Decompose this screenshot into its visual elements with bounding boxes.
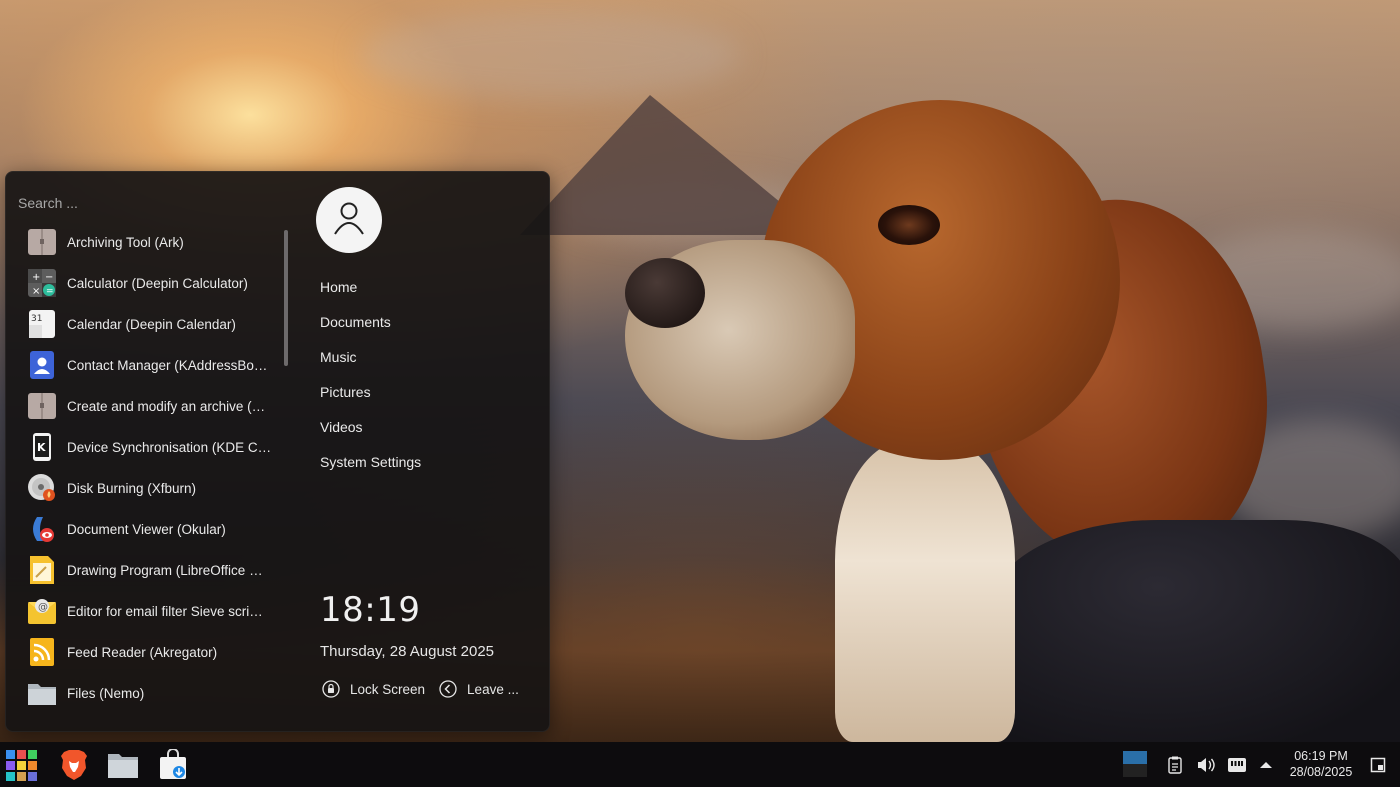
- start-menu-button[interactable]: [5, 748, 39, 782]
- app-item-feed-reader[interactable]: Feed Reader (Akregator): [20, 632, 278, 672]
- svg-text:×: ×: [32, 286, 40, 297]
- app-item-label: Create and modify an archive (…: [67, 398, 266, 414]
- app-list: Archiving Tool (Ark) + − × = Calculator (De…: [20, 222, 278, 732]
- software-store-button[interactable]: [156, 748, 190, 782]
- app-item-label: Calendar (Deepin Calendar): [67, 316, 236, 332]
- app-item-label: Drawing Program (LibreOffice …: [67, 562, 263, 578]
- app-item-label: Files (Nemo): [67, 685, 145, 701]
- svg-text:K: K: [37, 441, 46, 454]
- app-item-label: Calculator (Deepin Calculator): [67, 275, 248, 291]
- place-documents[interactable]: Documents: [320, 307, 540, 342]
- app-item-label: Archiving Tool (Ark): [67, 234, 184, 250]
- app-item-create-archive[interactable]: Create and modify an archive (…: [20, 386, 278, 426]
- svg-text:31: 31: [31, 314, 42, 324]
- app-item-document-viewer[interactable]: Document Viewer (Okular): [20, 509, 278, 549]
- place-home[interactable]: Home: [320, 272, 540, 307]
- svg-text:+: +: [32, 272, 40, 283]
- taskbar-clock[interactable]: 06:19 PM 28/08/2025: [1282, 748, 1360, 780]
- app-item-label: Contact Manager (KAddressBo…: [67, 357, 268, 373]
- menu-clock-time: 18:19: [320, 590, 421, 630]
- workspace-switcher[interactable]: [1122, 750, 1148, 778]
- drawing-icon: [27, 555, 57, 585]
- taskbar-clock-time: 06:19 PM: [1294, 749, 1348, 763]
- brave-lion-icon: [61, 750, 87, 780]
- place-videos[interactable]: Videos: [320, 412, 540, 447]
- taskbar-clock-date: 28/08/2025: [1289, 765, 1353, 779]
- shopping-bag-icon: [160, 749, 186, 779]
- taskbar: 06:19 PM 28/08/2025: [0, 742, 1400, 787]
- app-item-calendar[interactable]: 31 Calendar (Deepin Calendar): [20, 304, 278, 344]
- user-avatar[interactable]: [316, 187, 382, 253]
- menu-clock-date: Thursday, 28 August 2025: [320, 643, 495, 660]
- archive-icon: [27, 391, 57, 421]
- user-icon: [329, 198, 369, 243]
- app-list-scrollbar[interactable]: [284, 230, 288, 366]
- volume-icon[interactable]: [1195, 754, 1217, 776]
- app-item-drawing-program[interactable]: Drawing Program (LibreOffice …: [20, 550, 278, 590]
- app-item-label: Disk Burning (Xfburn): [67, 480, 197, 496]
- app-item-sieve-editor[interactable]: @ Editor for email filter Sieve scri…: [20, 591, 278, 631]
- app-item-disk-burning[interactable]: Disk Burning (Xfburn): [20, 468, 278, 508]
- leave-button[interactable]: Leave ...: [439, 680, 519, 698]
- calculator-icon: + − × =: [27, 268, 57, 298]
- contact-icon: [27, 350, 57, 380]
- leave-label: Leave ...: [467, 681, 519, 697]
- lock-icon: [322, 680, 340, 698]
- session-actions: Lock Screen Leave ...: [322, 680, 533, 698]
- app-item-label: Editor for email filter Sieve scri…: [67, 603, 263, 619]
- places-list: Home Documents Music Pictures Videos Sys…: [320, 272, 540, 482]
- folder-icon: [108, 754, 138, 778]
- app-item-ark[interactable]: Archiving Tool (Ark): [20, 222, 278, 262]
- app-item-contact-manager[interactable]: Contact Manager (KAddressBo…: [20, 345, 278, 385]
- place-pictures[interactable]: Pictures: [320, 377, 540, 412]
- svg-text:@: @: [38, 602, 48, 613]
- svg-text:=: =: [46, 287, 54, 297]
- kde-connect-icon: K: [27, 432, 57, 462]
- svg-text:−: −: [45, 272, 53, 283]
- tray-expand-icon[interactable]: [1255, 754, 1277, 776]
- archive-icon: [27, 227, 57, 257]
- network-icon[interactable]: [1226, 754, 1248, 776]
- file-manager-button[interactable]: [106, 748, 140, 782]
- start-menu: Archiving Tool (Ark) +−× = Calculator (De…: [5, 171, 550, 732]
- folder-icon: [27, 678, 57, 708]
- app-item-label: Document Viewer (Okular): [67, 521, 226, 537]
- lock-screen-button[interactable]: Lock Screen: [322, 680, 425, 698]
- app-item-label: Feed Reader (Akregator): [67, 644, 218, 660]
- app-grid-icon: [6, 750, 37, 781]
- clipboard-icon[interactable]: [1164, 754, 1186, 776]
- okular-icon: [27, 514, 57, 544]
- rss-icon: [27, 637, 57, 667]
- place-system-settings[interactable]: System Settings: [320, 447, 540, 482]
- leave-icon: [439, 680, 457, 698]
- brave-browser-button[interactable]: [57, 748, 91, 782]
- lock-screen-label: Lock Screen: [350, 681, 426, 697]
- disc-icon: [27, 473, 57, 503]
- show-desktop-icon[interactable]: [1367, 754, 1389, 776]
- app-item-calculator[interactable]: + − × = Calculator (Deepin Calculator): [20, 263, 278, 303]
- place-music[interactable]: Music: [320, 342, 540, 377]
- app-item-files[interactable]: Files (Nemo): [20, 673, 278, 713]
- mail-filter-icon: @: [27, 596, 57, 626]
- app-item-device-sync[interactable]: K Device Synchronisation (KDE C…: [20, 427, 278, 467]
- calendar-icon: 31: [27, 309, 57, 339]
- search-input[interactable]: [18, 190, 278, 216]
- app-item-label: Device Synchronisation (KDE C…: [67, 439, 272, 455]
